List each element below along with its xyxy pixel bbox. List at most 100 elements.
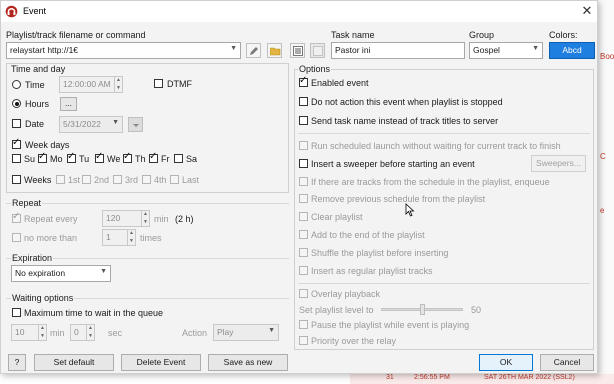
priority-checkbox[interactable] xyxy=(299,336,308,345)
week-label-4th: 4th xyxy=(154,175,167,185)
wait-min-label: min xyxy=(50,328,65,338)
overlay-checkbox[interactable] xyxy=(299,289,308,298)
pause-playlist-checkbox[interactable] xyxy=(299,320,308,329)
day-checkbox-fr[interactable]: ✓ xyxy=(149,151,158,163)
times-label: times xyxy=(140,233,162,243)
weeks-checkbox[interactable] xyxy=(12,175,21,184)
hours-button[interactable]: ... xyxy=(60,97,77,111)
delete-event-button[interactable]: Delete Event xyxy=(121,354,201,371)
add-to-end-checkbox[interactable] xyxy=(299,230,308,239)
cancel-button[interactable]: Cancel xyxy=(540,354,594,371)
dtmf-checkbox[interactable] xyxy=(154,79,163,88)
mouse-cursor-icon xyxy=(405,203,415,217)
if-tracks-label: If there are tracks from the schedule in… xyxy=(311,177,550,187)
playlist-combobox[interactable]: relaystart http://1€ ▼ xyxy=(6,42,241,59)
no-action-checkbox[interactable] xyxy=(299,97,308,106)
day-label-fr: Fr xyxy=(161,154,170,164)
day-label-mo: Mo xyxy=(50,154,63,164)
times-spinner[interactable]: ▲ ▼ xyxy=(127,229,136,246)
week-checkbox-3rd[interactable] xyxy=(113,175,122,184)
calendar-button[interactable] xyxy=(128,117,143,132)
max-wait-checkbox[interactable] xyxy=(12,308,21,317)
time-and-day-legend: Time and day xyxy=(11,64,66,74)
event-dialog: Event ✕ Playlist/track filename or comma… xyxy=(0,0,598,374)
sweepers-button[interactable]: Sweepers... xyxy=(531,155,586,172)
insert-sweeper-label: Insert a sweeper before starting an even… xyxy=(311,159,475,169)
action-select[interactable]: Play ▼ xyxy=(213,324,279,341)
help-button[interactable]: ? xyxy=(8,354,26,371)
group-value: Gospel xyxy=(473,45,500,55)
day-checkbox-we[interactable]: ✓ xyxy=(95,151,104,163)
week-checkbox-1st[interactable] xyxy=(56,175,65,184)
close-icon[interactable]: ✕ xyxy=(579,3,595,19)
expiration-legend: Expiration xyxy=(11,253,54,263)
no-action-label: Do not action this event when playlist i… xyxy=(311,97,503,107)
time-spinner[interactable]: ▲ ▼ xyxy=(114,76,123,93)
add-to-end-label: Add to the end of the playlist xyxy=(311,230,425,240)
date-value: 5/31/2022 xyxy=(63,119,101,129)
insert-sweeper-checkbox[interactable] xyxy=(299,159,308,168)
no-more-than-checkbox[interactable] xyxy=(12,233,21,242)
background-text-fragment: Boo xyxy=(600,52,614,61)
date-label: Date xyxy=(25,119,45,129)
day-label-tu: Tu xyxy=(79,154,90,164)
time-radio[interactable] xyxy=(12,80,21,89)
set-level-label: Set playlist level to xyxy=(299,305,374,315)
week-checkbox-4th[interactable] xyxy=(142,175,151,184)
app-icon xyxy=(5,5,18,18)
chevron-down-icon: ▼ xyxy=(112,119,119,126)
repeat-min-label: min xyxy=(154,214,169,224)
level-value: 50 xyxy=(471,305,482,315)
enabled-event-checkbox[interactable]: ✓ xyxy=(299,75,308,87)
if-tracks-checkbox[interactable] xyxy=(299,177,308,186)
remove-previous-checkbox[interactable] xyxy=(299,194,308,203)
playlist-editor-button[interactable] xyxy=(290,43,305,58)
clear-playlist-checkbox[interactable] xyxy=(299,212,308,221)
wait-minutes-spinner[interactable]: ▲ ▼ xyxy=(38,324,47,341)
edit-button[interactable] xyxy=(246,43,261,58)
options-separator xyxy=(298,133,590,134)
ok-button[interactable]: OK xyxy=(479,354,533,371)
expiration-select[interactable]: No expiration ▼ xyxy=(11,265,111,282)
colors-swatch-button[interactable]: Abcd xyxy=(549,42,595,59)
week-checkbox-last[interactable] xyxy=(170,175,179,184)
day-checkbox-th[interactable]: ✓ xyxy=(123,151,132,163)
week-label-3rd: 3rd xyxy=(125,175,139,185)
week-checkbox-2nd[interactable] xyxy=(82,175,91,184)
set-default-button[interactable]: Set default xyxy=(34,354,114,371)
background-text-fragment: e xyxy=(600,206,605,215)
disabled-tool-button[interactable] xyxy=(310,43,325,58)
hours-radio[interactable] xyxy=(12,99,21,108)
background-cell: 31 xyxy=(386,374,394,381)
shuffle-label: Shuffle the playlist before inserting xyxy=(311,248,449,258)
send-task-name-checkbox[interactable] xyxy=(299,116,308,125)
day-checkbox-mo[interactable]: ✓ xyxy=(38,151,47,163)
priority-label: Priority over the relay xyxy=(311,336,397,346)
chevron-down-icon xyxy=(133,124,139,127)
week-label-2nd: 2nd xyxy=(94,175,110,185)
save-as-new-button[interactable]: Save as new xyxy=(208,354,288,371)
open-folder-button[interactable] xyxy=(267,43,282,58)
options-legend: Options xyxy=(298,64,332,74)
chevron-down-icon: ▼ xyxy=(230,45,237,52)
week-days-checkbox[interactable]: ✓ xyxy=(12,137,21,149)
day-checkbox-su[interactable] xyxy=(12,154,21,163)
run-scheduled-checkbox[interactable] xyxy=(299,141,308,150)
date-checkbox[interactable] xyxy=(12,119,21,128)
folder-icon xyxy=(270,47,281,56)
repeat-every-label: Repeat every xyxy=(24,214,78,224)
task-name-input[interactable]: Pastor ini xyxy=(331,42,465,59)
insert-regular-checkbox[interactable] xyxy=(299,266,308,275)
repeat-every-checkbox[interactable]: ✓ xyxy=(12,211,21,223)
day-checkbox-sa[interactable] xyxy=(174,154,183,163)
date-picker[interactable]: 5/31/2022 ▼ xyxy=(59,116,123,133)
shuffle-checkbox[interactable] xyxy=(299,248,308,257)
colors-label: Colors: xyxy=(549,30,578,40)
group-select[interactable]: Gospel ▼ xyxy=(469,42,543,59)
day-checkbox-tu[interactable]: ✓ xyxy=(67,151,76,163)
chevron-down-icon: ▼ xyxy=(100,268,107,275)
send-task-name-label: Send task name instead of track titles t… xyxy=(311,116,499,126)
wait-seconds-spinner[interactable]: ▲ ▼ xyxy=(86,324,95,341)
repeat-interval-spinner[interactable]: ▲ ▼ xyxy=(141,210,150,227)
level-slider-thumb[interactable] xyxy=(419,304,425,315)
